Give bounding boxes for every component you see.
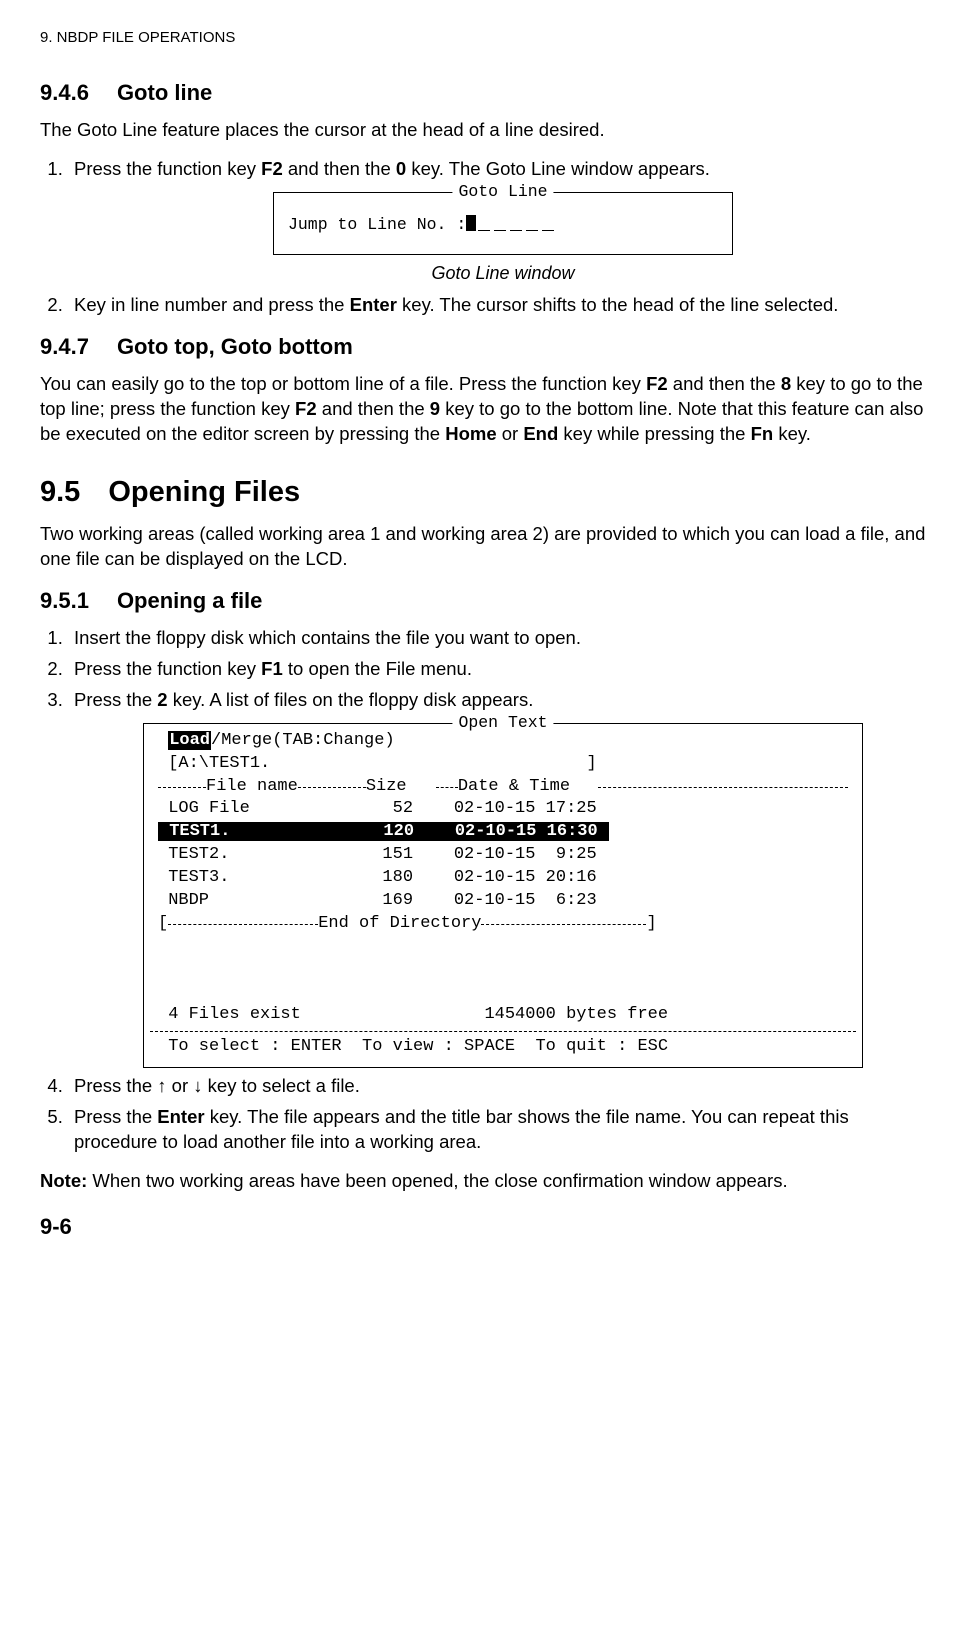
list-item: Press the 2 key. A list of files on the … [68,688,932,1068]
mode-merge[interactable]: /Merge(TAB:Change) [211,731,395,750]
text: Press the [74,1106,157,1127]
key-home: Home [445,423,496,444]
note-text: When two working areas have been opened,… [87,1170,787,1191]
paragraph: The Goto Line feature places the cursor … [40,118,932,143]
heading-946: 9.4.6 Goto line [40,78,932,108]
text: key. The cursor shifts to the head of th… [397,294,839,315]
list-item: Insert the floppy disk which contains th… [68,626,932,651]
key-f2: F2 [295,398,317,419]
dialog-title: Open Text [452,712,553,734]
heading-text: Goto line [117,80,212,105]
list-item: Press the ↑ or ↓ key to select a file. [68,1074,932,1099]
key-enter: Enter [157,1106,204,1127]
key-2: 2 [157,689,167,710]
ordered-list: Insert the floppy disk which contains th… [40,626,932,1155]
separator [150,1031,856,1032]
file-row[interactable]: TEST3. 180 02-10-15 20:16 [150,867,856,890]
text: Press the function key [74,158,261,179]
prompt-label: Jump to Line No. : [288,215,466,234]
path-row[interactable]: [A:\TEST1. ] [150,753,856,776]
eod-text: End of Directory [318,913,481,936]
text: Press the [74,689,157,710]
heading-num: 9.4.6 [40,78,89,108]
text: Press the function key [74,658,261,679]
heading-num: 9.4.7 [40,332,89,362]
file-row[interactable]: NBDP 169 02-10-15 6:23 [150,890,856,913]
page-header: 9. NBDP FILE OPERATIONS [40,28,932,48]
heading-95: 9.5 Opening Files [40,473,932,512]
heading-num: 9.5 [40,473,80,512]
up-arrow-icon: ↑ [157,1075,166,1096]
text-cursor[interactable] [466,215,476,231]
text: Press the [74,1075,157,1096]
bracket-left: [ [158,913,168,936]
page-number: 9-6 [40,1212,932,1242]
input-char[interactable] [478,216,490,231]
text: You can easily go to the top or bottom l… [40,373,646,394]
input-char[interactable] [494,216,506,231]
text: key to select a file. [203,1075,360,1096]
file-row[interactable]: TEST2. 151 02-10-15 9:25 [150,844,856,867]
list-item: Press the function key F2 and then the 0… [68,157,932,286]
text: key. A list of files on the floppy disk … [168,689,534,710]
text: and then the [668,373,781,394]
file-row-selected[interactable]: TEST1. 120 02-10-15 16:30 [150,821,856,844]
heading-num: 9.5.1 [40,586,89,616]
end-of-directory-row: [ End of Directory ] [150,913,856,936]
key-8: 8 [781,373,791,394]
ordered-list: Press the function key F2 and then the 0… [40,157,932,319]
heading-947: 9.4.7 Goto top, Goto bottom [40,332,932,362]
heading-text: Goto top, Goto bottom [117,334,353,359]
note-label: Note: [40,1170,87,1191]
goto-line-dialog: Goto Line Jump to Line No. : [273,192,733,255]
key-f2: F2 [646,373,668,394]
figure-caption: Goto Line window [74,261,932,285]
down-arrow-icon: ↓ [193,1075,202,1096]
paragraph: Two working areas (called working area 1… [40,522,932,572]
status-row: 4 Files exist 1454000 bytes free [150,1004,856,1027]
text: Key in line number and press the [74,294,350,315]
text: to open the File menu. [283,658,472,679]
col-datetime: Date & Time [458,776,598,799]
heading-951: 9.5.1 Opening a file [40,586,932,616]
text: or [497,423,524,444]
input-char[interactable] [526,216,538,231]
text: and then the [283,158,396,179]
input-char[interactable] [542,216,554,231]
col-filename: File name [206,776,298,799]
list-item: Key in line number and press the Enter k… [68,293,932,318]
text: key while pressing the [558,423,750,444]
spacer [150,936,856,1004]
list-item: Press the function key F1 to open the Fi… [68,657,932,682]
key-0: 0 [396,158,406,179]
key-enter: Enter [350,294,397,315]
help-row: To select : ENTER To view : SPACE To qui… [150,1036,856,1059]
open-text-dialog: Open Text Load/Merge(TAB:Change) [A:\TES… [143,723,863,1068]
mode-load[interactable]: Load [168,731,211,750]
dialog-title: Goto Line [452,181,553,203]
key-end: End [523,423,558,444]
column-header-row: File name Size Date & Time [150,776,856,799]
key-f1: F1 [261,658,283,679]
key-9: 9 [430,398,440,419]
text: key. [773,423,811,444]
list-item: Press the Enter key. The file appears an… [68,1105,932,1155]
key-fn: Fn [751,423,774,444]
bracket-right: ] [646,913,656,936]
col-size: Size [366,776,436,799]
input-char[interactable] [510,216,522,231]
selected-file: TEST1. 120 02-10-15 16:30 [158,822,609,841]
text: or [167,1075,194,1096]
heading-text: Opening a file [117,588,262,613]
paragraph: You can easily go to the top or bottom l… [40,372,932,447]
key-f2: F2 [261,158,283,179]
file-row[interactable]: LOG File 52 02-10-15 17:25 [150,798,856,821]
text: and then the [317,398,430,419]
text: key. The Goto Line window appears. [406,158,710,179]
heading-text: Opening Files [108,476,300,508]
note-paragraph: Note: When two working areas have been o… [40,1169,932,1194]
